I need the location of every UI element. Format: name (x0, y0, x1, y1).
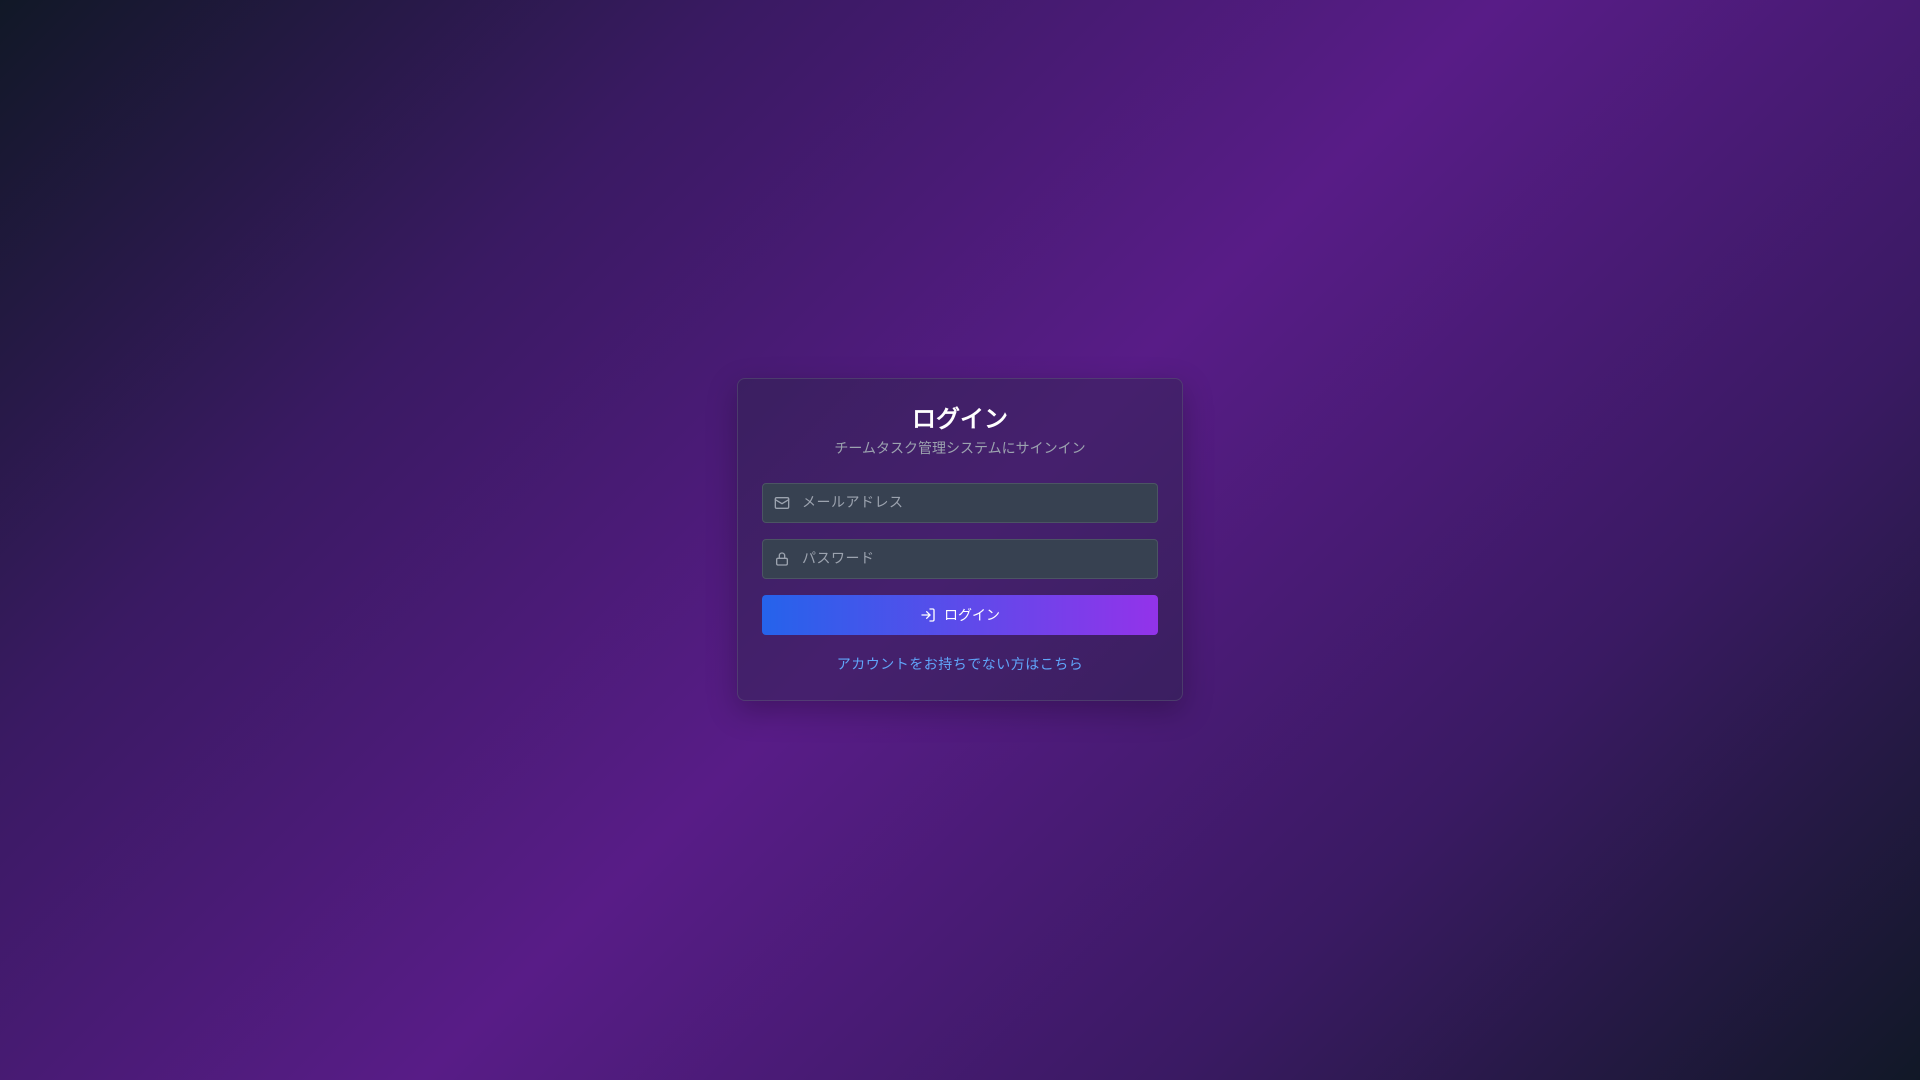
page-subtitle: チームタスク管理システムにサインイン (834, 441, 1086, 457)
mail-icon (774, 495, 790, 511)
lock-icon (774, 551, 790, 567)
log-in-icon (920, 607, 936, 623)
email-field-container (762, 483, 1158, 523)
password-input[interactable] (790, 540, 1157, 578)
login-button-label: ログイン (944, 608, 1000, 624)
register-link[interactable]: アカウントをお持ちでない方はこちら (762, 654, 1158, 674)
email-input[interactable] (790, 484, 1157, 522)
password-field-container (762, 539, 1158, 579)
login-card: ログイン チームタスク管理システムにサインイン ログイン (737, 378, 1183, 701)
page-title: ログイン (912, 405, 1008, 433)
login-button[interactable]: ログイン (762, 595, 1158, 635)
